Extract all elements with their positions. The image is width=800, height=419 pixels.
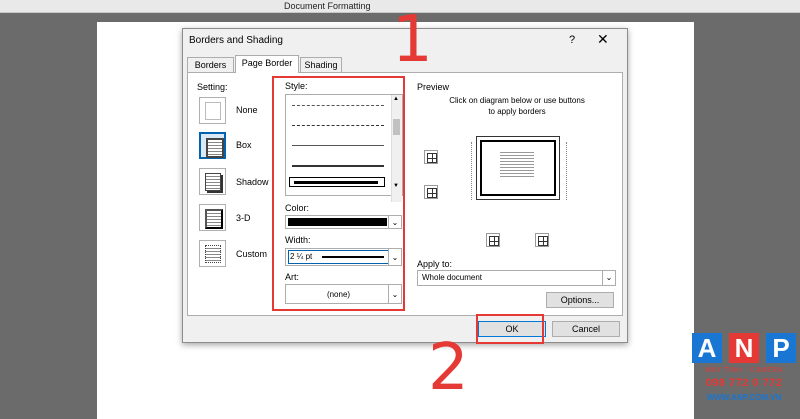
right-border-button[interactable] bbox=[535, 233, 549, 247]
tab-shading[interactable]: Shading bbox=[300, 57, 342, 72]
logo-letter-p: P bbox=[766, 333, 796, 363]
logo-letter-a: A bbox=[692, 333, 722, 363]
setting-none-button[interactable] bbox=[199, 97, 226, 124]
help-button[interactable]: ? bbox=[569, 34, 575, 46]
annotation-box-2 bbox=[476, 314, 544, 344]
apply-to-label: Apply to: bbox=[417, 259, 453, 269]
preview-instructions-2: to apply borders bbox=[488, 107, 546, 116]
tab-page-border[interactable]: Page Border bbox=[235, 55, 299, 73]
anp-logo: A N P MÁY TÍNH - CAMERA 098 772 0 772 WW… bbox=[692, 333, 796, 415]
logo-phone: 098 772 0 772 bbox=[705, 377, 783, 389]
setting-label: Setting: bbox=[197, 82, 228, 92]
preview-instructions-1: Click on diagram below or use buttons bbox=[449, 96, 585, 105]
annotation-number-2: 2 bbox=[428, 331, 469, 405]
preview-diagram[interactable] bbox=[476, 136, 560, 200]
dialog-title: Borders and Shading bbox=[189, 35, 283, 46]
preview-guide-right bbox=[566, 142, 568, 200]
top-border-button[interactable] bbox=[424, 150, 438, 164]
preview-guide-left bbox=[471, 142, 473, 200]
close-icon[interactable]: ✕ bbox=[597, 32, 609, 46]
setting-custom-label: Custom bbox=[236, 249, 268, 259]
options-button[interactable]: Options... bbox=[546, 292, 614, 308]
setting-box-button[interactable] bbox=[199, 132, 226, 159]
setting-box-icon bbox=[206, 138, 224, 158]
chevron-down-icon[interactable]: ⌄ bbox=[602, 271, 615, 285]
page-border-panel: Setting: None Box Shadow 3-D Custom Styl… bbox=[187, 72, 623, 316]
setting-custom-icon bbox=[205, 245, 221, 263]
annotation-number-1: 1 bbox=[392, 3, 433, 77]
setting-shadow-button[interactable] bbox=[199, 168, 226, 195]
logo-letter-n: N bbox=[729, 333, 759, 363]
setting-3d-button[interactable] bbox=[199, 204, 226, 231]
setting-box-label: Box bbox=[236, 140, 252, 150]
setting-custom-button[interactable] bbox=[199, 240, 226, 267]
left-border-button[interactable] bbox=[486, 233, 500, 247]
annotation-box-1 bbox=[272, 76, 405, 311]
apply-to-dropdown[interactable]: Whole document ⌄ bbox=[417, 270, 616, 286]
preview-label: Preview bbox=[417, 82, 450, 92]
setting-3d-label: 3-D bbox=[236, 213, 251, 223]
app-title: Document Formatting bbox=[284, 1, 371, 11]
cancel-button[interactable]: Cancel bbox=[552, 321, 620, 337]
apply-to-value: Whole document bbox=[422, 273, 483, 282]
setting-none-icon bbox=[205, 102, 221, 120]
tab-borders[interactable]: Borders bbox=[187, 57, 234, 72]
logo-tagline: MÁY TÍNH - CAMERA bbox=[705, 367, 783, 374]
logo-website: WWW.ANP.COM.VN bbox=[706, 393, 782, 402]
setting-none-label: None bbox=[236, 105, 258, 115]
preview-border-frame bbox=[480, 140, 556, 196]
setting-shadow-label: Shadow bbox=[236, 177, 269, 187]
setting-shadow-icon bbox=[205, 173, 221, 191]
bottom-border-button[interactable] bbox=[424, 185, 438, 199]
setting-3d-icon bbox=[205, 209, 223, 229]
preview-text-lines bbox=[500, 150, 534, 178]
